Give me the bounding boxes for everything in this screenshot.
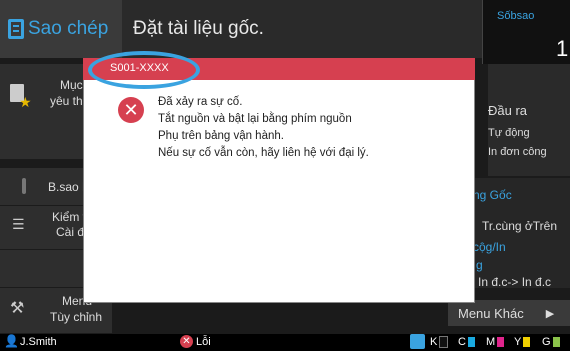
mode-tab[interactable]: Sao chép <box>0 0 122 58</box>
copies-label: Sốbsao <box>497 10 535 22</box>
duplex-sub-label: g <box>476 258 483 272</box>
output-single: In đơn công <box>488 146 547 158</box>
header-message: Đặt tài liệu gốc. <box>133 18 264 39</box>
ink-y: Y <box>514 336 531 348</box>
more-menu-button[interactable]: Menu Khác ▶ <box>448 300 570 326</box>
error-icon-small: ✕ <box>180 335 193 348</box>
ink-k: K <box>430 336 449 349</box>
output-label: Đầu ra <box>488 103 528 118</box>
favorites-label-1: Mục <box>60 78 83 92</box>
error-icon: ✕ <box>118 97 144 123</box>
more-menu-label: Menu Khác <box>458 305 524 321</box>
copy-icon <box>8 19 24 39</box>
sample-copy-icon <box>22 178 26 194</box>
wrench-icon: ⚒ <box>10 300 25 317</box>
ink-m: M <box>486 336 505 348</box>
duplex-mode-label: In đ.c-> In đ.c <box>478 275 552 289</box>
ink-c: C <box>458 336 475 348</box>
play-icon: ▶ <box>545 307 555 320</box>
copies-value: 1 <box>556 36 569 61</box>
error-line-4: Nếu sự cố vẫn còn, hãy liên hệ với đại l… <box>158 147 369 159</box>
custom-label-2: Tùy chỉnh <box>50 310 103 324</box>
output-panel[interactable] <box>488 64 570 176</box>
output-auto: Tự động <box>488 127 530 139</box>
error-line-3: Phụ trên bảng vận hành. <box>158 130 284 142</box>
original-size-label: ng Gốc <box>473 188 512 202</box>
same-direction-label: Tr.cùng ởTrên <box>482 219 558 233</box>
mode-label: Sao chép <box>28 18 109 39</box>
user-icon: 👤 <box>4 334 19 348</box>
status-bar: 👤 J.Smith ✕ Lỗi K C M Y G <box>0 334 570 351</box>
error-code-highlight <box>88 51 200 89</box>
duplex-label: cộg/In <box>473 240 506 254</box>
user-name: J.Smith <box>20 336 57 348</box>
ink-g: G <box>542 336 560 348</box>
list-icon: ☰ <box>12 216 25 232</box>
error-dialog <box>83 58 475 303</box>
error-line-1: Đã xảy ra sự cố. <box>158 96 243 108</box>
star-icon: ★ <box>19 94 32 110</box>
error-status: Lỗi <box>196 336 211 348</box>
error-line-2: Tắt nguồn và bật lại bằng phím nguồn <box>158 113 352 125</box>
ink-status-icon <box>410 334 425 349</box>
